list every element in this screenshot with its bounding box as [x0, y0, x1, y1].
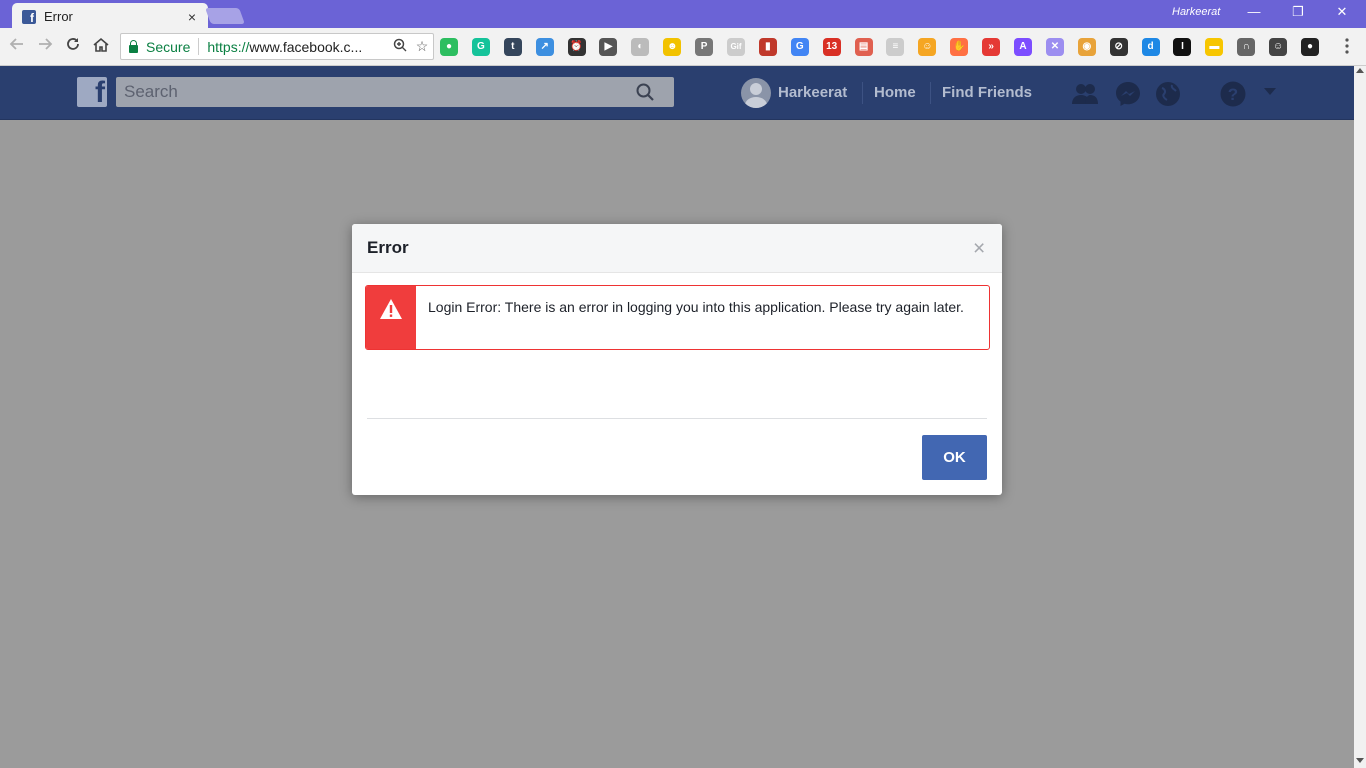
share-icon[interactable]: ↗: [535, 38, 554, 56]
secure-label: Secure: [146, 38, 191, 55]
error-indicator: [366, 286, 416, 349]
dialog-header: Error ×: [352, 224, 1002, 273]
zoom-icon[interactable]: [389, 38, 411, 55]
dialog-close-icon[interactable]: ×: [973, 238, 985, 259]
notifications-globe-icon[interactable]: [1154, 80, 1182, 108]
minimize-button[interactable]: —: [1234, 2, 1274, 22]
warning-icon: [380, 299, 402, 319]
search-input[interactable]: [116, 77, 616, 107]
nav-divider: [930, 82, 931, 104]
emoji-icon[interactable]: ☺: [918, 38, 937, 56]
calendar-ext-icon[interactable]: ▤: [854, 38, 873, 56]
vpn-icon[interactable]: A: [1014, 38, 1033, 56]
scrollbar[interactable]: [1354, 66, 1366, 768]
find-friends-link[interactable]: Find Friends: [942, 84, 1032, 101]
youtube-icon[interactable]: ▶: [599, 38, 618, 56]
new-ext-icon[interactable]: d: [1141, 38, 1160, 56]
sticky-note-icon[interactable]: ▬: [1205, 38, 1224, 56]
reload-icon[interactable]: [62, 36, 84, 58]
tumblr-icon[interactable]: t: [503, 38, 522, 56]
evernote-icon[interactable]: ●: [440, 38, 458, 56]
search-icon[interactable]: [636, 83, 654, 101]
smile-ext-icon[interactable]: ☻: [663, 38, 682, 56]
dialog-divider: [367, 418, 987, 419]
svg-text:?: ?: [1228, 85, 1238, 104]
scroll-down-arrow-icon[interactable]: [1356, 758, 1364, 763]
extensions-bar: ● Gt ↗ ⏰ ▶ ◐ ☻ P Gif ▮ G 13 ▤ ≡ ☺ ✋ » A ✕ ◉ ⊘ d I ▬ ∩ ☺ ●: [440, 36, 1333, 58]
facebook-header: f Harkeerat Home Find Friends ?: [0, 66, 1354, 120]
gif-icon[interactable]: Gif: [727, 38, 746, 56]
home-icon[interactable]: [90, 36, 112, 58]
facebook-logo-icon[interactable]: f: [77, 76, 107, 109]
mail-badge-icon[interactable]: 13: [822, 38, 841, 56]
raccoon-icon[interactable]: ☺: [1269, 38, 1288, 56]
reader-icon[interactable]: ≡: [886, 38, 905, 56]
arch-icon[interactable]: ∩: [1237, 38, 1256, 56]
alarm-icon[interactable]: ⏰: [567, 38, 586, 56]
back-arrow-icon[interactable]: [6, 36, 28, 58]
window-close-button[interactable]: ✕: [1322, 2, 1362, 22]
translate-icon[interactable]: G: [790, 38, 809, 56]
chrome-ext-icon[interactable]: ◉: [1077, 38, 1096, 56]
browser-menu-icon[interactable]: [1342, 38, 1352, 54]
tab-title: Error: [44, 9, 73, 24]
browser-toolbar: Secure https://www.facebook.c... ☆ ● Gt ↗ ⏰…: [0, 28, 1366, 66]
facebook-favicon-icon: f: [22, 9, 36, 24]
ok-button[interactable]: OK: [922, 435, 987, 480]
scroll-up-arrow-icon[interactable]: [1356, 68, 1364, 73]
error-message: Login Error: There is an error in loggin…: [428, 299, 964, 315]
dialog-title: Error: [367, 238, 409, 257]
hand-icon[interactable]: ✋: [950, 38, 969, 56]
browser-profile-name[interactable]: Harkeerat: [1172, 6, 1220, 18]
book-icon[interactable]: ▮: [758, 38, 777, 56]
circle-ext-icon[interactable]: ●: [1301, 38, 1320, 56]
error-message-box: Login Error: There is an error in loggin…: [365, 285, 990, 350]
restore-button[interactable]: ❐: [1278, 2, 1318, 22]
block-icon[interactable]: ⊘: [1109, 38, 1128, 56]
instapaper-icon[interactable]: I: [1173, 38, 1192, 56]
url-text[interactable]: https://www.facebook.c...: [207, 39, 389, 55]
pinterest-icon[interactable]: P: [695, 38, 714, 56]
nav-divider: [862, 82, 863, 104]
lock-icon: [129, 39, 138, 53]
red-arrow-icon[interactable]: »: [982, 38, 1001, 56]
grammarly-icon[interactable]: G: [471, 38, 490, 56]
account-menu-chevron-down-icon[interactable]: [1262, 86, 1278, 98]
avatar[interactable]: [741, 78, 771, 108]
browser-tab-active[interactable]: f Error ×: [12, 3, 208, 30]
cross-ext-icon[interactable]: ✕: [1045, 38, 1064, 56]
disabled-ext-icon[interactable]: ◐: [631, 38, 650, 56]
address-bar[interactable]: Secure https://www.facebook.c... ☆: [120, 33, 434, 60]
friend-requests-icon[interactable]: [1071, 80, 1099, 108]
bookmark-star-icon[interactable]: ☆: [411, 38, 433, 55]
new-tab-button[interactable]: [205, 8, 245, 24]
home-link[interactable]: Home: [874, 84, 916, 101]
omnibox-separator: [198, 38, 200, 55]
error-dialog: Error × Login Error: There is an error i…: [352, 224, 1002, 495]
forward-arrow-icon[interactable]: [34, 36, 56, 58]
help-icon[interactable]: ?: [1219, 80, 1247, 108]
profile-link[interactable]: Harkeerat: [778, 84, 847, 101]
messenger-icon[interactable]: [1114, 80, 1142, 108]
tab-close-icon[interactable]: ×: [188, 9, 196, 25]
search-box: [116, 77, 674, 107]
browser-titlebar: f Error × Harkeerat — ❐ ✕: [0, 0, 1366, 30]
